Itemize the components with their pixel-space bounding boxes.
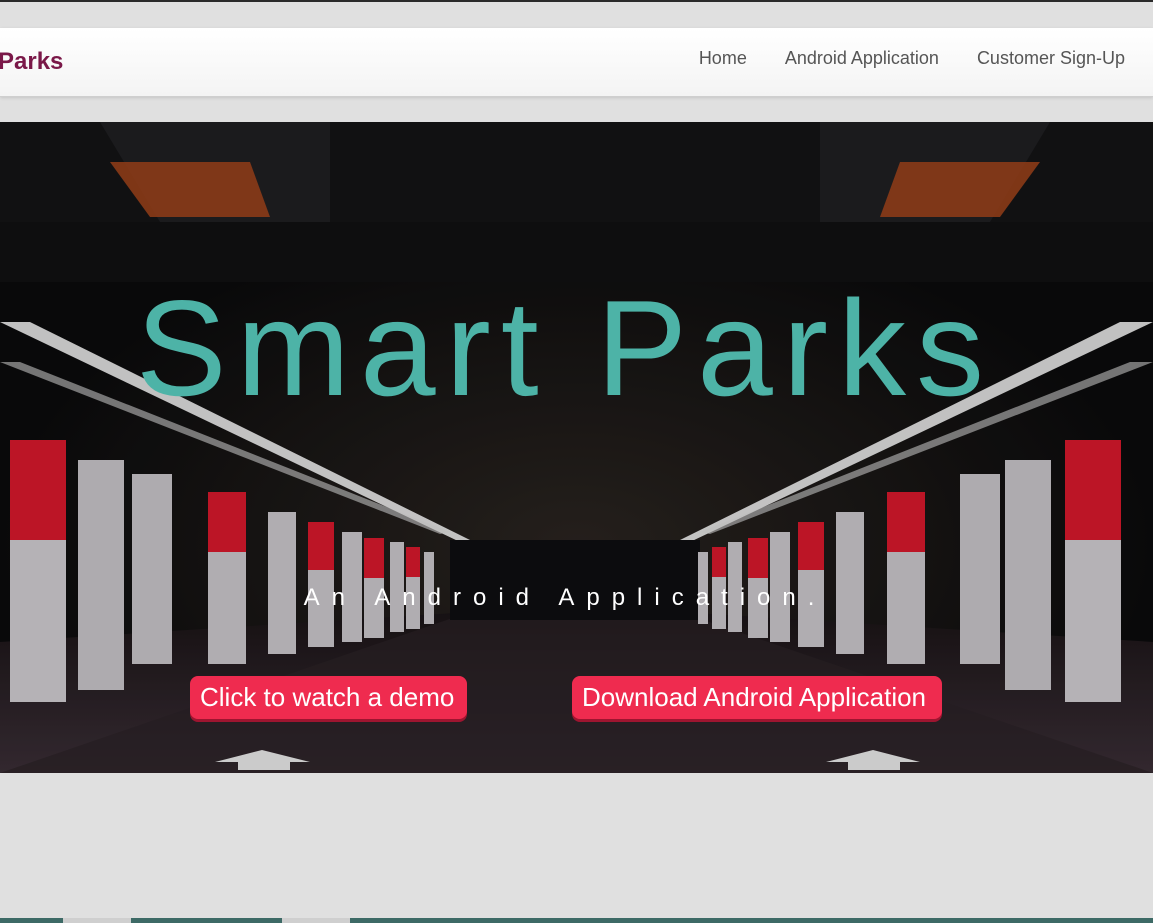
hero-background-image [0,122,1153,773]
bottom-bar-segment [282,918,350,923]
download-android-app-button[interactable]: Download Android Application [572,676,942,719]
navbar: Parks Home Android Application Customer … [0,28,1153,97]
window-top-border [0,0,1153,2]
hero-subtitle: An Android Application. [303,584,827,611]
nav-link-android-application[interactable]: Android Application [785,48,939,69]
nav-link-home[interactable]: Home [699,48,747,69]
hero-title: Smart Parks [135,272,995,424]
hero-section: Smart Parks An Android Application. Clic… [0,122,1153,773]
nav-links: Home Android Application Customer Sign-U… [661,48,1125,69]
bottom-bar-segment [63,918,131,923]
watch-demo-button[interactable]: Click to watch a demo [190,676,467,719]
nav-link-customer-sign-up[interactable]: Customer Sign-Up [977,48,1125,69]
brand-logo[interactable]: Parks [0,48,63,76]
window-bottom-bar [0,918,1153,923]
